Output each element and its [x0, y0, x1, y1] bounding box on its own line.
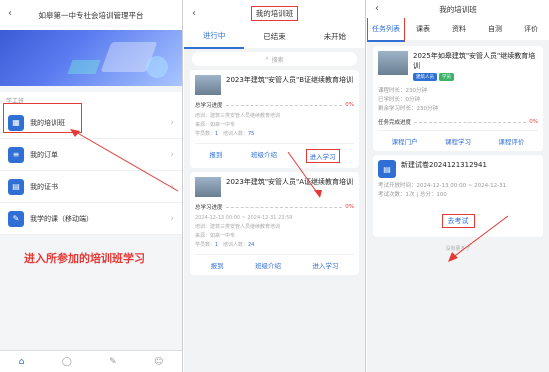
tab-ended[interactable]: 已结束: [244, 26, 304, 48]
class-detail-panel: ‹ 我的培训班 任务列表 课表 资料 自测 评价 2025年如皋建筑"安管人员"…: [367, 0, 549, 372]
course-title: 2025年如皋建筑"安管人员"继续教育培训: [413, 52, 536, 70]
course-task-card: 2025年如皋建筑"安管人员"继续教育培训 建筑人员 学员 课程时长：230分钟 …: [373, 46, 543, 151]
annotation-arrow: [448, 215, 509, 262]
course-icon: ✎: [8, 210, 24, 227]
checkin-button[interactable]: 报到: [209, 149, 222, 163]
class-info-line: 来源：如皋一中专: [195, 233, 236, 239]
progress-row: 总学习进度 0%: [195, 101, 354, 109]
course-badge: 建筑人员: [413, 73, 437, 81]
progress-value: 0%: [345, 204, 354, 210]
home-icon[interactable]: ⌂: [19, 357, 25, 367]
progress-bar: [225, 104, 343, 106]
order-icon: ≡: [8, 146, 24, 163]
course-study-button[interactable]: 课程学习: [445, 136, 471, 146]
class-card: 2023年建筑"安管人员"B证继续教育培训 总学习进度 0% 培训：建筑三类安管…: [190, 70, 359, 168]
class-thumbnail: [195, 177, 221, 197]
edit-icon[interactable]: ✎: [109, 357, 117, 367]
class-info-line: 2024-12-13 00:00 ~ 2024-12-31 23:59: [195, 215, 293, 221]
search-placeholder: 搜索: [271, 56, 284, 64]
home-banner: [0, 30, 182, 86]
tab-in-progress[interactable]: 进行中: [184, 25, 245, 49]
course-evaluate-button[interactable]: 课程评价: [498, 136, 524, 146]
class-intro-button[interactable]: 班级介绍: [255, 260, 281, 270]
class-detail-tabs: 任务列表 课表 资料 自测 评价: [367, 16, 549, 42]
bottom-tabbar: ⌂ ◯ ✎ ☺: [0, 350, 182, 372]
search-icon: ⌕: [265, 55, 269, 62]
count-label: 培训人数：: [222, 131, 248, 137]
exam-info-line: 考试开放时间：2024-12-13 00:00 ~ 2024-12-31: [378, 183, 507, 189]
progress-label: 总学习进度: [195, 205, 223, 211]
exam-title: 新建试卷2024121312941: [401, 161, 487, 169]
course-actions: 课程门户 课程学习 课程评价: [378, 130, 538, 146]
tab-materials[interactable]: 资料: [441, 18, 477, 40]
annotation-arrow: [70, 129, 179, 192]
menu-item-label: 我学的课（移动端）: [30, 214, 93, 223]
menu-item-label: 我的证书: [30, 182, 58, 191]
class-list-panel: ‹ 我的培训班 进行中 已结束 未开始 ⌕ 搜索 2023年建筑"安管人员"B证…: [184, 0, 366, 372]
menu-item-label: 我的订单: [30, 150, 58, 159]
certificate-icon: ▤: [8, 178, 24, 195]
annotation-text: 进入所参加的培训班学习: [24, 252, 145, 265]
back-icon[interactable]: ‹: [192, 8, 196, 19]
progress-bar: [225, 206, 343, 208]
card-actions: 报到 班级介绍 进入学习: [195, 143, 354, 163]
count-label: 培训人数：: [222, 242, 248, 248]
exam-info-line: 考试次数：1次 | 总分：100: [378, 192, 447, 198]
progress-row: 总学习进度 0%: [195, 203, 354, 211]
course-info-line: 已学时长：0分钟: [378, 97, 420, 103]
count-value: 75: [248, 131, 255, 137]
class-info-line: 来源：如皋一中专: [195, 122, 236, 128]
class-detail-topbar: ‹ 我的培训班: [367, 0, 549, 18]
checkin-button[interactable]: 报到: [211, 260, 224, 270]
class-count-line: 学员数：1 培训人数：75: [195, 130, 354, 139]
search-input[interactable]: ⌕ 搜索: [192, 52, 357, 66]
chevron-right-icon: ›: [170, 213, 174, 224]
class-info-line: 培训：建筑三类安管人员继续教育培训: [195, 224, 281, 230]
class-list-topbar: ‹ 我的培训班: [184, 0, 365, 26]
course-badge: 学员: [439, 73, 454, 81]
class-card: 2023年建筑"安管人员"A证继续教育培训 总学习进度 0% 2024-12-1…: [190, 172, 359, 275]
tab-evaluation[interactable]: 评价: [513, 18, 549, 40]
count-value: 24: [248, 242, 255, 248]
user-icon[interactable]: ☺: [154, 357, 163, 367]
progress-value: 0%: [529, 119, 538, 125]
count-label: 学员数：: [195, 131, 216, 137]
tab-schedule[interactable]: 课表: [405, 18, 441, 40]
class-title: 2023年建筑"安管人员"B证继续教育培训: [226, 76, 354, 84]
task-progress-row: 任务完成进度 0%: [378, 118, 538, 126]
class-status-tabs: 进行中 已结束 未开始: [184, 25, 365, 49]
enter-study-button[interactable]: 进入学习: [312, 260, 338, 270]
page-title: 我的培训班: [439, 4, 477, 14]
tab-self-test[interactable]: 自测: [477, 18, 513, 40]
class-info-line: 培训：建筑三类安管人员继续教育培训: [195, 113, 281, 119]
back-icon[interactable]: ‹: [375, 3, 379, 14]
page-title: 我的培训班: [250, 5, 299, 21]
card-actions: 报到 班级介绍 进入学习: [195, 254, 354, 270]
tab-not-started[interactable]: 未开始: [305, 26, 365, 48]
tab-task-list[interactable]: 任务列表: [367, 16, 405, 42]
progress-label: 总学习进度: [195, 103, 223, 109]
annotation-arrow: [287, 151, 322, 198]
progress-bar: [414, 121, 527, 123]
home-topbar: ‹ 如皋第一中专社会培训管理平台: [0, 0, 182, 30]
progress-label: 任务完成进度: [378, 120, 412, 126]
progress-value: 0%: [345, 102, 354, 108]
class-thumbnail: [195, 75, 221, 95]
class-intro-button[interactable]: 班级介绍: [251, 149, 277, 163]
back-icon[interactable]: ‹: [8, 8, 12, 19]
count-value: 1: [215, 131, 219, 137]
home-panel: ‹ 如皋第一中专社会培训管理平台 学工班 ▦ 我的培训班 › ≡ 我的订单 › …: [0, 0, 183, 372]
course-info-line: 课程时长：230分钟: [378, 88, 427, 94]
course-portal-button[interactable]: 课程门户: [392, 136, 418, 146]
count-value: 1: [215, 242, 219, 248]
chat-icon[interactable]: ◯: [62, 357, 72, 367]
course-thumbnail: [378, 51, 408, 75]
count-label: 学员数：: [195, 242, 216, 248]
course-info-line: 剩余学习时长：230分钟: [378, 106, 438, 112]
platform-title: 如皋第一中专社会培训管理平台: [38, 10, 144, 20]
menu-item-my-courses[interactable]: ✎ 我学的课（移动端） ›: [0, 203, 182, 235]
class-count-line: 学员数：1 培训人数：24: [195, 241, 354, 250]
exam-icon: ▤: [378, 160, 396, 178]
